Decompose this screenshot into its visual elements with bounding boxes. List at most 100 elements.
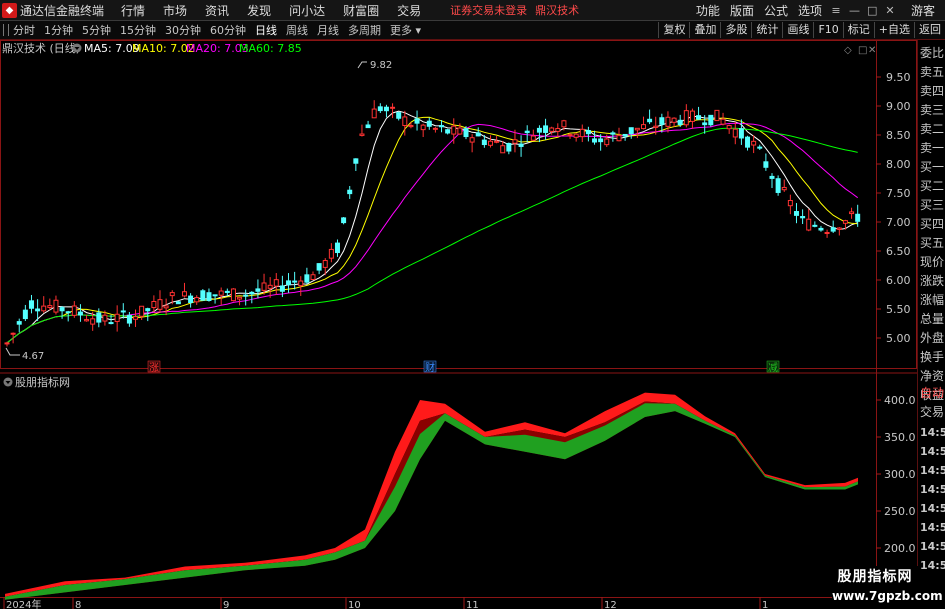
adjust-button[interactable]: 复权: [658, 22, 689, 38]
date-label: 2024年: [6, 598, 41, 609]
sub-tick-label: 200.0: [884, 542, 916, 555]
close-icon[interactable]: ✕: [885, 4, 895, 17]
chart-area[interactable]: 鼎汉技术 (日线) MA5: 7.09 MA10: 7.02 MA20: 7.0…: [0, 40, 917, 609]
menu-market[interactable]: 市场: [163, 2, 187, 19]
candle-body: [218, 290, 224, 296]
list-icon[interactable]: ≡: [831, 4, 841, 17]
candle-body: [561, 120, 567, 128]
period-more[interactable]: 更多 ▾: [390, 22, 421, 38]
stats-button[interactable]: 统计: [751, 22, 782, 38]
candle-body: [512, 139, 518, 144]
candle-body: [77, 311, 83, 316]
tick-time: 14:56: [920, 426, 945, 439]
marker-finance[interactable]: 财: [425, 361, 435, 374]
period-multi[interactable]: 多周期: [348, 22, 381, 38]
candle-body: [71, 305, 77, 316]
trade-tab[interactable]: 交易: [920, 403, 945, 422]
candle-body: [738, 128, 744, 139]
ma5-line: [6, 110, 858, 344]
minimize-icon[interactable]: —: [849, 4, 860, 17]
candle-body: [536, 127, 542, 133]
maximize-icon[interactable]: □: [867, 4, 877, 17]
candle-body: [28, 300, 34, 309]
candle-body: [481, 139, 487, 146]
candle-body: [267, 284, 273, 289]
candle-body: [53, 299, 59, 313]
period-weekly[interactable]: 周线: [286, 22, 308, 38]
draw-line-button[interactable]: 画线: [782, 22, 813, 38]
stock-label[interactable]: 鼎汉技术 (日线): [2, 41, 80, 55]
candle-body: [763, 161, 769, 168]
period-30min[interactable]: 30分钟: [165, 22, 201, 38]
date-label: 8: [75, 600, 81, 609]
quote-field-label: 涨跌: [920, 274, 945, 288]
app-logo-icon: ◆: [2, 2, 17, 18]
candle-body: [169, 292, 175, 297]
candle-body: [696, 115, 702, 120]
period-1min[interactable]: 1分钟: [44, 22, 73, 38]
candle-body: [10, 332, 16, 335]
menu-discover[interactable]: 发现: [247, 2, 271, 19]
menu-wealth-circle[interactable]: 财富圈: [343, 2, 379, 19]
candle-body: [598, 138, 604, 143]
candle-body: [787, 199, 793, 207]
menu-trade[interactable]: 交易: [397, 2, 421, 19]
back-button[interactable]: 返回: [914, 22, 945, 38]
panel-close-icon[interactable]: ✕: [868, 45, 876, 56]
mark-button[interactable]: 标记: [842, 22, 874, 38]
panel-settings-icon[interactable]: ◇: [844, 45, 852, 56]
period-monthly[interactable]: 月线: [317, 22, 339, 38]
sub-tick-label: 350.0: [884, 431, 916, 444]
menu-quotes[interactable]: 行情: [121, 2, 145, 19]
period-15min[interactable]: 15分钟: [120, 22, 156, 38]
auto-toggle[interactable]: 自动: [920, 384, 945, 403]
sub-dropdown-icon[interactable]: [3, 377, 13, 387]
ma10-line: [6, 116, 858, 344]
candle-body: [659, 117, 665, 125]
panel-maximize-icon[interactable]: □: [858, 45, 867, 56]
candle-body: [524, 130, 530, 134]
price-tick-label: 7.50: [886, 187, 911, 200]
candle-body: [341, 217, 347, 224]
period-5min[interactable]: 5分钟: [82, 22, 111, 38]
candle-body: [818, 227, 824, 231]
f10-button[interactable]: F10: [813, 22, 842, 38]
candle-body: [273, 279, 279, 287]
high-marker: 9.82: [357, 60, 392, 71]
period-daily[interactable]: 日线: [255, 22, 277, 38]
guest-user[interactable]: 游客: [911, 2, 935, 19]
menu-formula[interactable]: 公式: [764, 2, 788, 19]
candle-body: [647, 118, 653, 123]
candle-body: [475, 132, 481, 137]
overlay-button[interactable]: 叠加: [689, 22, 720, 38]
price-tick-label: 8.50: [886, 129, 911, 142]
toolbar-grip-icon[interactable]: [3, 24, 9, 36]
candle-body: [836, 227, 842, 230]
multi-stock-button[interactable]: 多股: [720, 22, 751, 38]
marker-reduce[interactable]: 减: [768, 362, 778, 374]
candle-body: [757, 146, 763, 149]
quote-field-label: 换手: [920, 350, 945, 364]
period-intraday[interactable]: 分时: [13, 22, 35, 38]
menu-layout[interactable]: 版面: [730, 2, 754, 19]
dropdown-icon[interactable]: [72, 43, 82, 53]
price-tick-label: 9.00: [886, 100, 911, 113]
marker-rise[interactable]: 涨: [149, 362, 159, 374]
period-60min[interactable]: 60分钟: [210, 22, 246, 38]
date-axis: 2024年 8 9 10 11 12 1: [3, 597, 768, 609]
menu-options[interactable]: 选项: [798, 2, 822, 19]
candle-body: [671, 117, 677, 123]
quote-field-label: 卖三: [920, 103, 945, 117]
trade-login-notice[interactable]: 证券交易未登录: [450, 2, 527, 18]
candle-body: [426, 120, 432, 127]
candle-body: [592, 138, 598, 143]
quote-field-label: 卖四: [920, 84, 945, 98]
price-tick-label: 6.00: [886, 274, 911, 287]
menu-ask-xiaoda[interactable]: 问小达: [289, 2, 325, 19]
period-more-label: 更多: [390, 24, 412, 37]
menu-function[interactable]: 功能: [696, 2, 720, 19]
add-watchlist-button[interactable]: +自选: [873, 22, 914, 38]
candle-body: [714, 109, 720, 122]
candle-body: [849, 211, 855, 215]
menu-news[interactable]: 资讯: [205, 2, 229, 19]
